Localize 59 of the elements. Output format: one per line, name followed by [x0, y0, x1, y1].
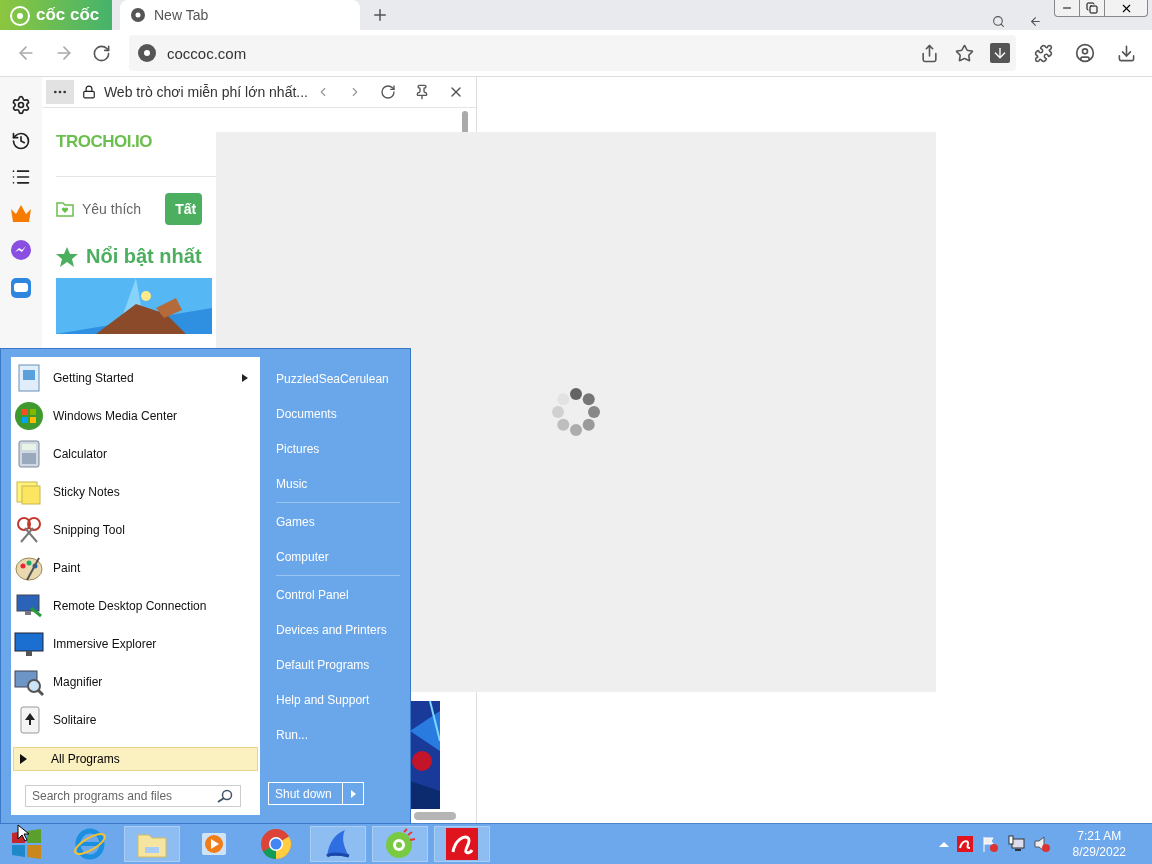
plus-icon	[371, 6, 389, 24]
more-button[interactable]	[46, 80, 74, 104]
coccoc-icon	[130, 7, 146, 23]
messenger-icon[interactable]	[10, 239, 32, 261]
back-arrow-icon[interactable]	[1029, 15, 1042, 28]
program-item[interactable]: Calculator	[11, 435, 260, 473]
heart-folder-icon	[56, 201, 74, 217]
pin-button[interactable]	[414, 84, 430, 100]
program-item[interactable]: Getting Started	[11, 359, 260, 397]
reload-button[interactable]	[92, 43, 111, 63]
search-screen-icon[interactable]	[992, 15, 1005, 28]
page-title: Web trò chơi miễn phí lớn nhất...	[103, 84, 308, 100]
history-icon[interactable]	[11, 131, 31, 151]
crown-icon[interactable]	[10, 203, 32, 223]
internet-explorer-icon	[73, 828, 107, 860]
triangle-right-icon	[20, 754, 27, 764]
extensions-button[interactable]	[1034, 43, 1053, 63]
program-item[interactable]: Snipping Tool	[11, 511, 260, 549]
bookmark-star-button[interactable]	[955, 43, 974, 63]
profile-button[interactable]	[1075, 43, 1095, 63]
network-icon[interactable]	[1006, 835, 1025, 853]
chrome-icon	[260, 828, 292, 860]
flag-error-icon[interactable]	[980, 835, 999, 853]
avira-icon[interactable]	[956, 836, 973, 852]
reload-button[interactable]	[380, 84, 396, 100]
media-center-icon	[13, 400, 45, 432]
coccoc-icon	[137, 43, 157, 63]
triangle-right-icon	[350, 789, 356, 798]
taskbar-button[interactable]	[434, 826, 490, 862]
star-icon	[56, 245, 78, 268]
program-item[interactable]: Solitaire	[11, 701, 260, 739]
browser-tab[interactable]: New Tab	[120, 0, 360, 30]
list-icon[interactable]	[11, 167, 31, 187]
search-icon	[216, 789, 234, 803]
share-button[interactable]	[920, 43, 939, 63]
taskbar-button[interactable]	[310, 826, 366, 862]
scrollbar-thumb[interactable]	[414, 812, 456, 820]
program-item[interactable]: Magnifier	[11, 663, 260, 701]
mouse-cursor	[17, 824, 29, 842]
all-programs-item[interactable]: All Programs	[13, 747, 258, 771]
download-button[interactable]	[990, 43, 1010, 63]
address-bar[interactable]: coccoc.com	[129, 35, 1016, 71]
coccoc-icon	[384, 828, 416, 860]
filter-tab[interactable]: Yêu thích	[56, 193, 152, 225]
settings-icon[interactable]	[11, 95, 31, 115]
program-item[interactable]: Immersive Explorer	[11, 625, 260, 663]
program-item[interactable]: Paint	[11, 549, 260, 587]
avira-icon	[446, 828, 478, 860]
downloads-button[interactable]	[1117, 43, 1136, 63]
program-item[interactable]: Sticky Notes	[11, 473, 260, 511]
section-title: Nổi bật nhất	[86, 245, 202, 268]
program-item[interactable]: Remote Desktop Connection	[11, 587, 260, 625]
volume-muted-icon[interactable]	[1032, 835, 1051, 853]
search-field[interactable]: Search programs and files	[25, 785, 241, 807]
lock-icon	[81, 85, 96, 99]
zalo-icon[interactable]	[10, 277, 32, 299]
program-item[interactable]: Windows Media Center	[11, 397, 260, 435]
loading-spinner	[551, 387, 601, 437]
restore-icon	[1086, 2, 1098, 14]
